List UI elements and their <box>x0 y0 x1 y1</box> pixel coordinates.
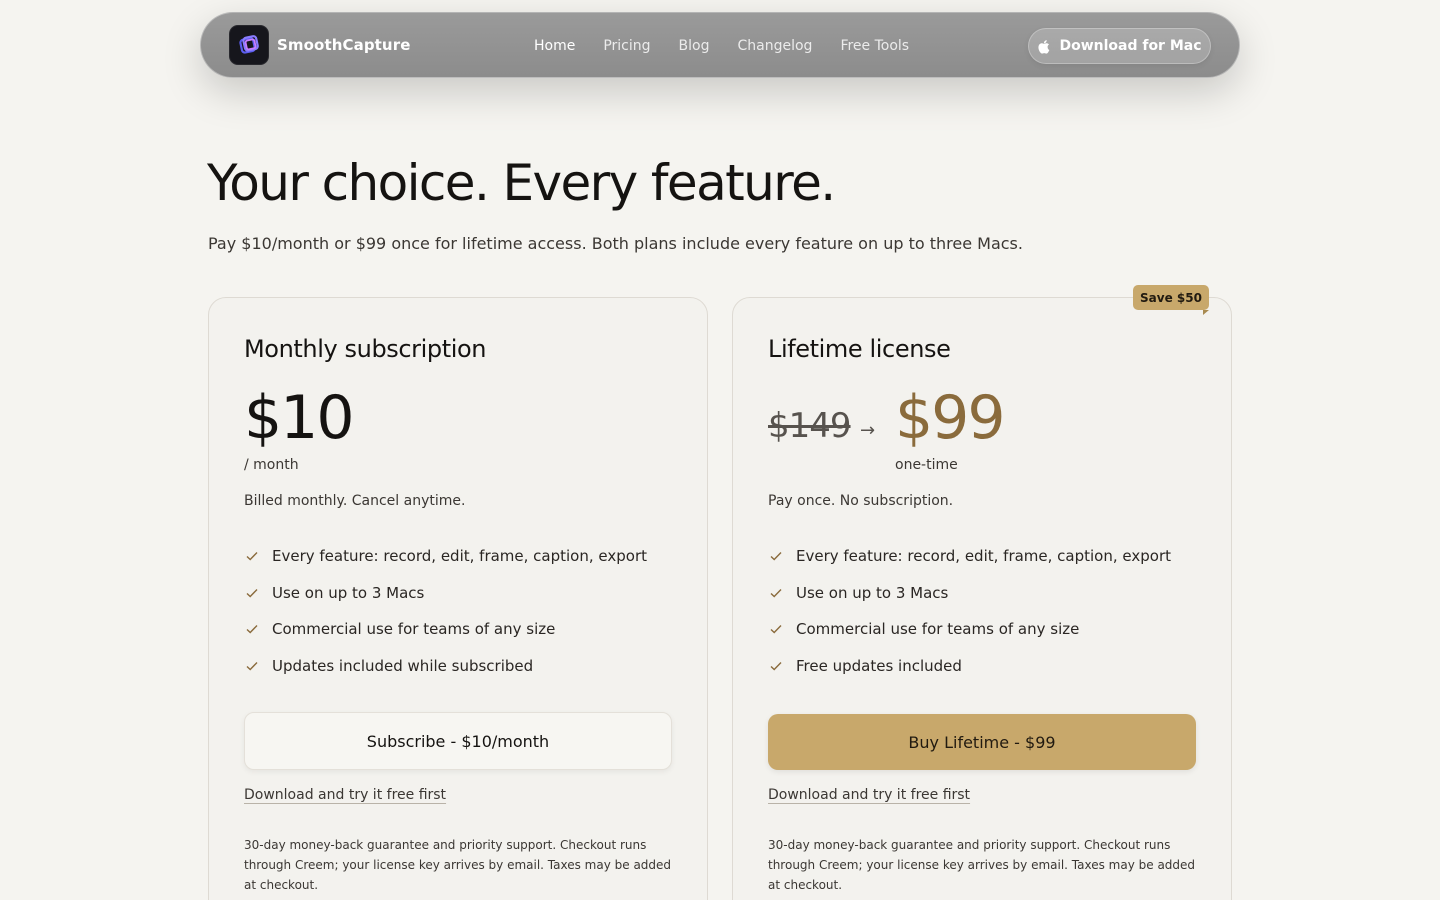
page-subtitle: Pay $10/month or $99 once for lifetime a… <box>208 234 1023 253</box>
nav-link-free-tools[interactable]: Free Tools <box>840 38 909 54</box>
old-price: $149 <box>768 406 852 446</box>
feature-label: Use on up to 3 Macs <box>272 583 425 602</box>
feature-item: Commercial use for teams of any size <box>244 618 647 640</box>
page-title: Your choice. Every feature. <box>207 154 836 212</box>
plan-title: Lifetime license <box>768 335 951 363</box>
buy-lifetime-button[interactable]: Buy Lifetime - $99 <box>768 714 1196 770</box>
nav-links: Home Pricing Blog Changelog Free Tools <box>534 13 937 79</box>
download-for-mac-label: Download for Mac <box>1059 38 1202 54</box>
feature-label: Every feature: record, edit, frame, capt… <box>272 547 647 565</box>
download-for-mac-button[interactable]: Download for Mac <box>1028 28 1211 64</box>
badge-fold <box>1203 310 1209 315</box>
plan-price: $10 <box>244 383 355 453</box>
try-free-link[interactable]: Download and try it free first <box>768 787 970 803</box>
nav-link-home[interactable]: Home <box>534 38 575 54</box>
feature-item: Commercial use for teams of any size <box>768 618 1171 640</box>
feature-list: Every feature: record, edit, frame, capt… <box>768 545 1171 691</box>
feature-label: Free updates included <box>796 656 962 675</box>
feature-item: Every feature: record, edit, frame, capt… <box>768 545 1171 567</box>
feature-label: Every feature: record, edit, frame, capt… <box>796 547 1171 565</box>
check-icon <box>770 552 782 561</box>
check-icon <box>246 588 258 597</box>
feature-label: Updates included while subscribed <box>272 656 534 675</box>
feature-list: Every feature: record, edit, frame, capt… <box>244 545 647 691</box>
try-free-link[interactable]: Download and try it free first <box>244 787 446 803</box>
feature-item: Use on up to 3 Macs <box>244 582 647 604</box>
check-icon <box>770 625 782 634</box>
arrow-icon: → <box>860 420 876 441</box>
lifetime-plan-card: Save $50 Lifetime license $149 → $99 one… <box>732 285 1232 900</box>
feature-label: Commercial use for teams of any size <box>796 620 1080 638</box>
save-badge: Save $50 <box>1133 285 1209 310</box>
fine-print: 30-day money-back guarantee and priority… <box>768 838 1196 892</box>
subscribe-button[interactable]: Subscribe - $10/month <box>244 712 672 770</box>
check-icon <box>246 552 258 561</box>
feature-label: Commercial use for teams of any size <box>272 620 556 638</box>
check-icon <box>246 661 258 670</box>
plan-price: $99 <box>895 383 1006 453</box>
feature-item: Free updates included <box>768 655 1171 677</box>
nav-link-blog[interactable]: Blog <box>679 38 710 54</box>
plan-billing-note: Pay once. No subscription. <box>768 493 954 509</box>
app-logo-icon <box>229 25 269 65</box>
fine-print: 30-day money-back guarantee and priority… <box>244 838 672 892</box>
nav-link-pricing[interactable]: Pricing <box>603 38 650 54</box>
apple-icon <box>1038 39 1050 54</box>
check-icon <box>246 625 258 634</box>
nav-link-changelog[interactable]: Changelog <box>738 38 813 54</box>
brand[interactable]: SmoothCapture <box>229 25 410 65</box>
feature-item: Use on up to 3 Macs <box>768 582 1171 604</box>
plan-price-unit: one-time <box>895 457 958 473</box>
feature-item: Every feature: record, edit, frame, capt… <box>244 545 647 567</box>
plan-billing-note: Billed monthly. Cancel anytime. <box>244 493 466 509</box>
check-icon <box>770 588 782 597</box>
check-icon <box>770 661 782 670</box>
brand-name: SmoothCapture <box>277 36 411 54</box>
feature-item: Updates included while subscribed <box>244 655 647 677</box>
monthly-plan-card: Monthly subscription $10 / month Billed … <box>208 297 708 900</box>
plan-price-unit: / month <box>244 457 299 473</box>
top-nav: SmoothCapture Home Pricing Blog Changelo… <box>200 12 1240 78</box>
plan-title: Monthly subscription <box>244 335 487 363</box>
feature-label: Use on up to 3 Macs <box>796 583 949 602</box>
